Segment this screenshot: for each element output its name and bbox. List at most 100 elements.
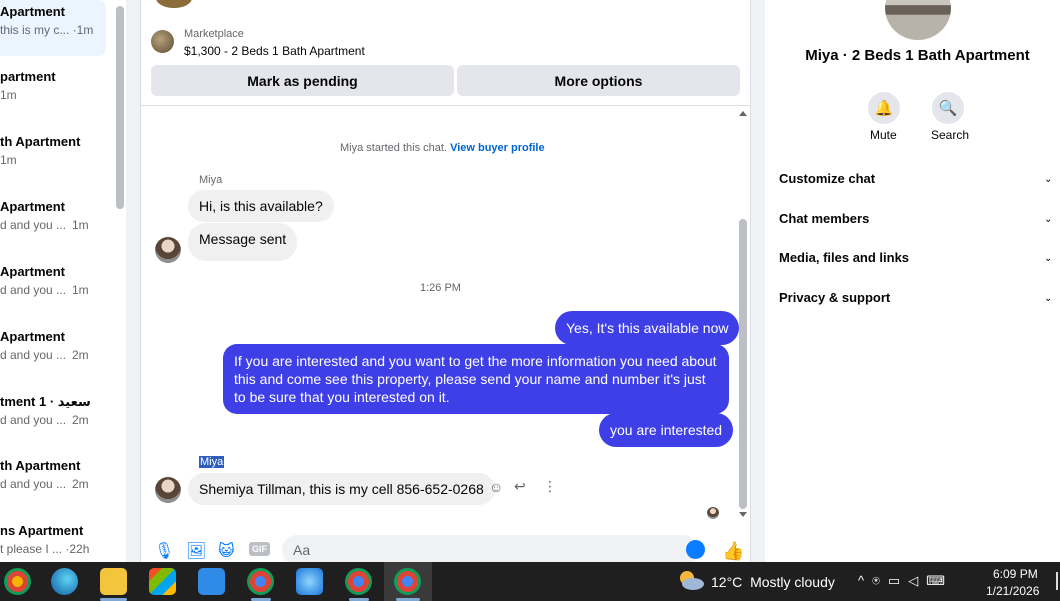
time-divider: 1:26 PM (420, 282, 461, 294)
chrome-profile-icon[interactable] (4, 568, 31, 595)
chat-list-scrollbar[interactable] (116, 6, 124, 209)
conversation-item[interactable]: Apartment this is my c... ·1m (0, 0, 106, 56)
scroll-up-arrow-icon[interactable] (739, 111, 747, 116)
file-explorer-icon[interactable] (100, 568, 127, 595)
temperature: 12°C (711, 574, 743, 590)
webcam-icon[interactable]: ⍟ (872, 573, 888, 588)
outgoing-message[interactable]: If you are interested and you want to ge… (223, 344, 729, 414)
conversation-title: tment 1 · سعيد (0, 394, 91, 409)
conversation-time: 1m (72, 283, 89, 297)
conversation-time: 2m (72, 348, 89, 362)
incoming-message[interactable]: Hi, is this available? (188, 190, 334, 222)
conversation-title: th Apartment (0, 458, 81, 473)
chrome-icon[interactable] (394, 568, 421, 595)
chat-members-section[interactable]: Chat members (779, 211, 869, 226)
conversation-snippet: d and you ... (0, 348, 67, 362)
listing-avatar[interactable] (885, 0, 951, 40)
cloud-sun-icon[interactable] (677, 569, 705, 591)
message-input[interactable]: Aa (282, 535, 698, 565)
chrome-icon[interactable] (345, 568, 372, 595)
view-buyer-profile-link[interactable]: View buyer profile (450, 142, 545, 154)
incoming-message[interactable]: Message sent (188, 223, 298, 261)
chrome-icon[interactable] (247, 568, 274, 595)
panel-divider (751, 0, 765, 562)
reply-icon[interactable]: ↩ (514, 478, 526, 495)
browser-icon[interactable] (296, 568, 323, 595)
outgoing-message[interactable]: you are interested (599, 413, 734, 447)
customize-chat-section[interactable]: Customize chat (779, 171, 875, 186)
listing-thumbnail[interactable] (151, 30, 174, 53)
conversation-item[interactable]: partment 1m (0, 69, 106, 125)
conversation-time: 2m (72, 477, 89, 491)
mute-bell-icon[interactable]: 🔔 (868, 92, 900, 124)
conversation-item[interactable]: Apartment d and you ... 1m (0, 264, 106, 320)
network-icon[interactable]: ▭ (888, 573, 908, 588)
sender-name-selected: Miya (199, 456, 225, 468)
thread-scrollbar[interactable] (739, 219, 747, 509)
listing-header: Marketplace $1,300 - 2 Beds 1 Bath Apart… (141, 0, 750, 106)
more-options-button[interactable]: More options (457, 65, 740, 96)
conversation-snippet: t please I ... ·22h (0, 542, 90, 556)
conversation-snippet: d and you ... (0, 283, 67, 297)
gif-icon[interactable]: GIF (249, 542, 270, 556)
sticker-icon[interactable]: 😺 (218, 541, 235, 561)
scroll-down-arrow-icon[interactable] (739, 512, 747, 517)
outgoing-message[interactable]: Yes, It's this available now (555, 311, 740, 345)
conversation-snippet: d and you ... (0, 218, 67, 232)
chat-started-text: Miya started this chat. (340, 142, 447, 154)
emoji-icon[interactable] (686, 540, 705, 559)
conversation-item[interactable]: Apartment d and you ... 2m (0, 329, 106, 385)
composer: 🎙 🖼 😺 GIF Aa 👍 (141, 528, 750, 565)
weather-widget[interactable]: 12°C Mostly cloudy (711, 574, 835, 590)
chevron-up-icon[interactable]: ^ (858, 573, 872, 588)
photo-icon[interactable]: 🖼 (186, 541, 206, 561)
more-icon[interactable]: ⋮ (543, 478, 557, 495)
show-desktop-button[interactable] (1056, 572, 1058, 590)
keyboard-icon[interactable]: ⌨ (926, 573, 953, 588)
volume-icon[interactable]: ◁ (908, 573, 926, 588)
react-icon[interactable]: ☺ (489, 479, 503, 495)
conversation-title: ns Apartment (0, 523, 84, 538)
microsoft-store-icon[interactable] (149, 568, 176, 595)
conversation-time: 1m (72, 218, 89, 232)
mark-as-pending-button[interactable]: Mark as pending (151, 65, 454, 96)
conversation-snippet: this is my c... ·1m (0, 23, 94, 37)
conversation-time: 2m (72, 413, 89, 427)
conversation-item[interactable]: Apartment d and you ... 1m (0, 199, 106, 255)
search-icon[interactable]: 🔍 (932, 92, 964, 124)
thumbs-up-icon[interactable]: 👍 (722, 541, 744, 562)
edge-icon[interactable] (51, 568, 78, 595)
conversation-item[interactable]: th Apartment 1m (0, 134, 106, 190)
message-thread: Miya started this chat. View buyer profi… (141, 107, 750, 522)
microphone-icon[interactable]: 🎙 (154, 541, 174, 561)
chevron-down-icon[interactable]: ⌄ (1044, 214, 1052, 225)
conversation-title: Apartment (0, 329, 66, 344)
chat-started-notice: Miya started this chat. View buyer profi… (340, 142, 545, 154)
conversation-item[interactable]: tment 1 · سعيد d and you ... 2m (0, 394, 106, 450)
conversation-title: partment (0, 69, 56, 84)
conversation-item[interactable]: ns Apartment t please I ... ·22h (0, 523, 106, 562)
clock-date[interactable]: 1/21/2026 (986, 584, 1039, 598)
sender-avatar[interactable] (155, 477, 181, 503)
chat-name: Miya · 2 Beds 1 Bath Apartment (805, 47, 1030, 64)
mute-label: Mute (870, 128, 897, 142)
system-tray[interactable]: ^⍟▭◁⌨ (858, 573, 953, 589)
chevron-down-icon[interactable]: ⌄ (1044, 293, 1052, 304)
conversation-snippet: 1m (0, 153, 17, 167)
chevron-down-icon[interactable]: ⌄ (1044, 174, 1052, 185)
mail-icon[interactable] (198, 568, 225, 595)
conversation-title: th Apartment (0, 134, 81, 149)
incoming-message[interactable]: Shemiya Tillman, this is my cell 856-652… (188, 473, 495, 505)
conversation-snippet: d and you ... (0, 477, 67, 491)
sender-avatar[interactable] (155, 237, 181, 263)
search-label: Search (931, 128, 970, 142)
media-files-links-section[interactable]: Media, files and links (779, 250, 909, 265)
listing-title[interactable]: $1,300 - 2 Beds 1 Bath Apartment (184, 44, 365, 58)
marketplace-label: Marketplace (184, 28, 244, 40)
conversation-item[interactable]: th Apartment d and you ... 2m (0, 458, 106, 514)
privacy-support-section[interactable]: Privacy & support (779, 290, 890, 305)
chevron-down-icon[interactable]: ⌄ (1044, 253, 1052, 264)
panel-divider (126, 0, 140, 562)
clock-time[interactable]: 6:09 PM (993, 567, 1038, 581)
sender-name: Miya (199, 174, 223, 186)
